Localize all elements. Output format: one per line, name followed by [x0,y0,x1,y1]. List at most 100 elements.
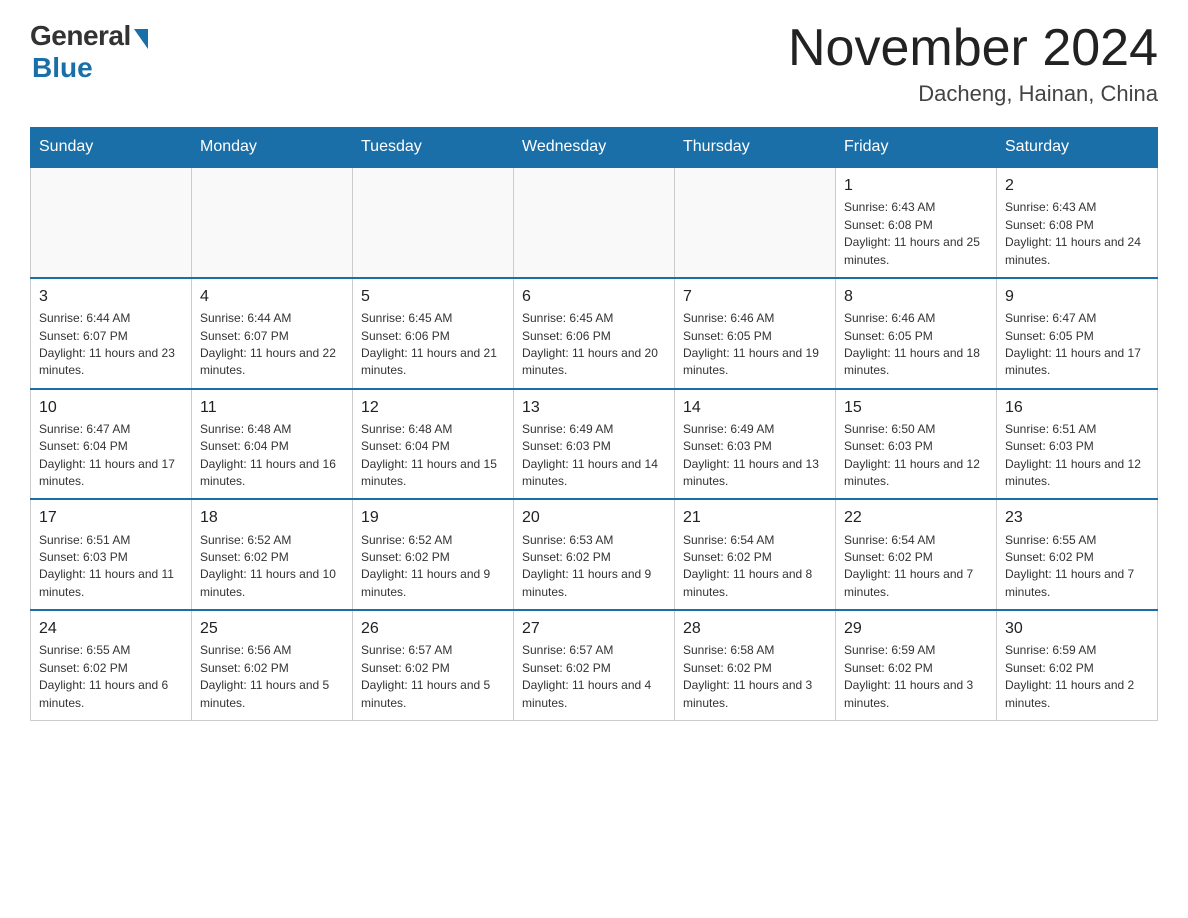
day-info: Sunrise: 6:44 AM [39,310,183,327]
day-number: 9 [1005,285,1149,308]
logo: General Blue [30,20,148,84]
calendar-cell: 3 Sunrise: 6:44 AMSunset: 6:07 PMDaylight… [31,278,192,389]
day-info: Daylight: 11 hours and 10 minutes. [200,566,344,601]
day-info: Sunrise: 6:49 AM [522,421,666,438]
day-info: Daylight: 11 hours and 25 minutes. [844,234,988,269]
day-info: Sunset: 6:02 PM [39,660,183,677]
day-number: 16 [1005,396,1149,419]
day-info: Daylight: 11 hours and 5 minutes. [361,677,505,712]
day-number: 24 [39,617,183,640]
day-info: Daylight: 11 hours and 2 minutes. [1005,677,1149,712]
day-info: Daylight: 11 hours and 7 minutes. [1005,566,1149,601]
title-area: November 2024 Dacheng, Hainan, China [788,20,1158,107]
day-number: 6 [522,285,666,308]
day-info: Sunset: 6:03 PM [39,549,183,566]
day-number: 21 [683,506,827,529]
day-info: Daylight: 11 hours and 23 minutes. [39,345,183,380]
calendar-cell: 6 Sunrise: 6:45 AMSunset: 6:06 PMDaylight… [514,278,675,389]
day-info: Sunset: 6:04 PM [361,438,505,455]
day-info: Daylight: 11 hours and 21 minutes. [361,345,505,380]
logo-arrow-icon [134,29,148,49]
day-info: Sunset: 6:04 PM [39,438,183,455]
day-info: Sunset: 6:02 PM [361,549,505,566]
day-info: Sunrise: 6:44 AM [200,310,344,327]
day-number: 18 [200,506,344,529]
calendar-cell: 17Sunrise: 6:51 AMSunset: 6:03 PMDayligh… [31,499,192,610]
day-info: Daylight: 11 hours and 3 minutes. [683,677,827,712]
day-info: Sunset: 6:03 PM [683,438,827,455]
day-info: Sunset: 6:06 PM [522,328,666,345]
day-number: 22 [844,506,988,529]
day-number: 29 [844,617,988,640]
day-number: 4 [200,285,344,308]
day-info: Daylight: 11 hours and 5 minutes. [200,677,344,712]
day-info: Sunset: 6:02 PM [1005,549,1149,566]
day-info: Sunrise: 6:57 AM [361,642,505,659]
calendar-cell: 30Sunrise: 6:59 AMSunset: 6:02 PMDayligh… [997,610,1158,720]
calendar-cell: 9Sunrise: 6:47 AMSunset: 6:05 PMDaylight… [997,278,1158,389]
day-info: Daylight: 11 hours and 8 minutes. [683,566,827,601]
calendar-cell: 1Sunrise: 6:43 AMSunset: 6:08 PMDaylight… [836,167,997,278]
day-info: Daylight: 11 hours and 12 minutes. [1005,456,1149,491]
day-number: 28 [683,617,827,640]
logo-general-text: General [30,20,131,52]
calendar-cell [675,167,836,278]
day-info: Sunrise: 6:51 AM [39,532,183,549]
day-info: Daylight: 11 hours and 18 minutes. [844,345,988,380]
weekday-header-wednesday: Wednesday [514,128,675,168]
day-info: Daylight: 11 hours and 19 minutes. [683,345,827,380]
day-info: Daylight: 11 hours and 3 minutes. [844,677,988,712]
day-number: 8 [844,285,988,308]
weekday-header-thursday: Thursday [675,128,836,168]
day-number: 25 [200,617,344,640]
day-info: Daylight: 11 hours and 20 minutes. [522,345,666,380]
week-row-3: 10Sunrise: 6:47 AMSunset: 6:04 PMDayligh… [31,389,1158,500]
day-info: Sunrise: 6:46 AM [844,310,988,327]
day-info: Sunrise: 6:52 AM [200,532,344,549]
day-info: Daylight: 11 hours and 24 minutes. [1005,234,1149,269]
day-info: Sunrise: 6:50 AM [844,421,988,438]
calendar-cell: 19Sunrise: 6:52 AMSunset: 6:02 PMDayligh… [353,499,514,610]
calendar-cell: 22Sunrise: 6:54 AMSunset: 6:02 PMDayligh… [836,499,997,610]
calendar-cell: 20Sunrise: 6:53 AMSunset: 6:02 PMDayligh… [514,499,675,610]
weekday-header-monday: Monday [192,128,353,168]
calendar-cell: 14 Sunrise: 6:49 AMSunset: 6:03 PMDayligh… [675,389,836,500]
day-info: Sunset: 6:05 PM [683,328,827,345]
day-number: 10 [39,396,183,419]
day-info: Sunset: 6:02 PM [200,549,344,566]
day-number: 17 [39,506,183,529]
weekday-header-saturday: Saturday [997,128,1158,168]
day-info: Sunrise: 6:54 AM [683,532,827,549]
day-number: 14 [683,396,827,419]
day-number: 27 [522,617,666,640]
day-number: 2 [1005,174,1149,197]
day-info: Daylight: 11 hours and 12 minutes. [844,456,988,491]
day-info: Sunset: 6:07 PM [39,328,183,345]
day-info: Sunrise: 6:45 AM [361,310,505,327]
day-info: Sunset: 6:02 PM [683,549,827,566]
day-info: Daylight: 11 hours and 17 minutes. [1005,345,1149,380]
day-info: Sunset: 6:03 PM [1005,438,1149,455]
day-info: Sunrise: 6:45 AM [522,310,666,327]
calendar-cell: 24Sunrise: 6:55 AMSunset: 6:02 PMDayligh… [31,610,192,720]
day-number: 3 [39,285,183,308]
day-number: 23 [1005,506,1149,529]
calendar-cell: 2Sunrise: 6:43 AMSunset: 6:08 PMDaylight… [997,167,1158,278]
day-number: 13 [522,396,666,419]
day-number: 15 [844,396,988,419]
day-info: Daylight: 11 hours and 13 minutes. [683,456,827,491]
calendar-cell: 13Sunrise: 6:49 AMSunset: 6:03 PMDayligh… [514,389,675,500]
day-number: 26 [361,617,505,640]
weekday-header-sunday: Sunday [31,128,192,168]
weekday-header-tuesday: Tuesday [353,128,514,168]
calendar-cell: 29Sunrise: 6:59 AMSunset: 6:02 PMDayligh… [836,610,997,720]
header-row: SundayMondayTuesdayWednesdayThursdayFrid… [31,128,1158,168]
week-row-5: 24Sunrise: 6:55 AMSunset: 6:02 PMDayligh… [31,610,1158,720]
day-info: Sunset: 6:02 PM [200,660,344,677]
calendar-cell [31,167,192,278]
day-info: Sunrise: 6:49 AM [683,421,827,438]
calendar-cell: 16Sunrise: 6:51 AMSunset: 6:03 PMDayligh… [997,389,1158,500]
day-info: Sunset: 6:08 PM [844,217,988,234]
day-info: Sunrise: 6:55 AM [1005,532,1149,549]
day-info: Daylight: 11 hours and 16 minutes. [200,456,344,491]
